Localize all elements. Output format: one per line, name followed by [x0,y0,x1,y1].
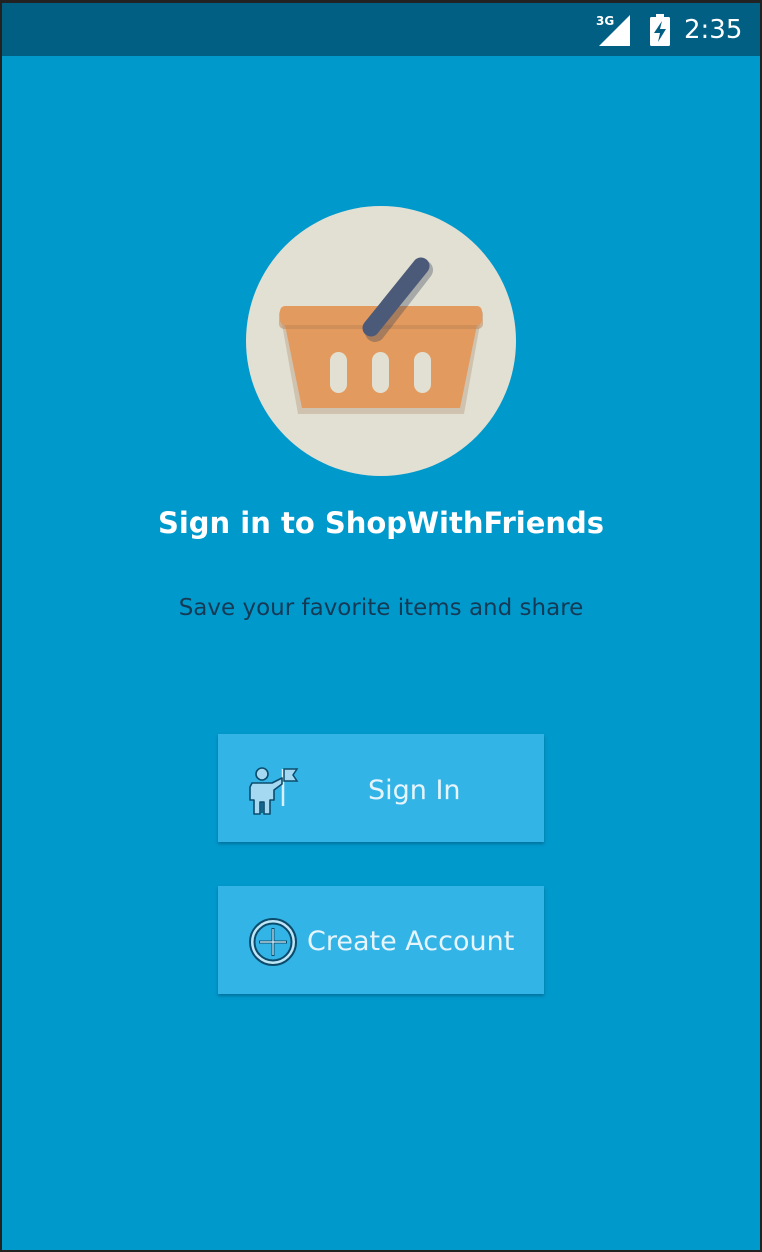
person-flag-icon [249,767,299,815]
plus-circle-icon [249,918,297,966]
app-logo [246,206,516,476]
battery-charging-icon [650,14,670,46]
signal-3g-icon: 3G [596,14,630,46]
svg-text:3G: 3G [596,14,614,28]
shopping-basket-icon [246,206,516,476]
sign-in-button[interactable]: Sign In [218,734,544,842]
status-bar: 3G 2:35 [2,3,760,56]
create-account-button[interactable]: Create Account [218,886,544,994]
app-screen: 3G 2:35 Sign in to ShopWithFriends Save … [2,3,760,1250]
page-subtitle: Save your favorite items and share [178,595,584,621]
status-time: 2:35 [684,15,743,45]
create-account-label: Create Account [307,926,515,957]
sign-in-label: Sign In [368,775,461,806]
page-title: Sign in to ShopWithFriends [157,506,605,540]
